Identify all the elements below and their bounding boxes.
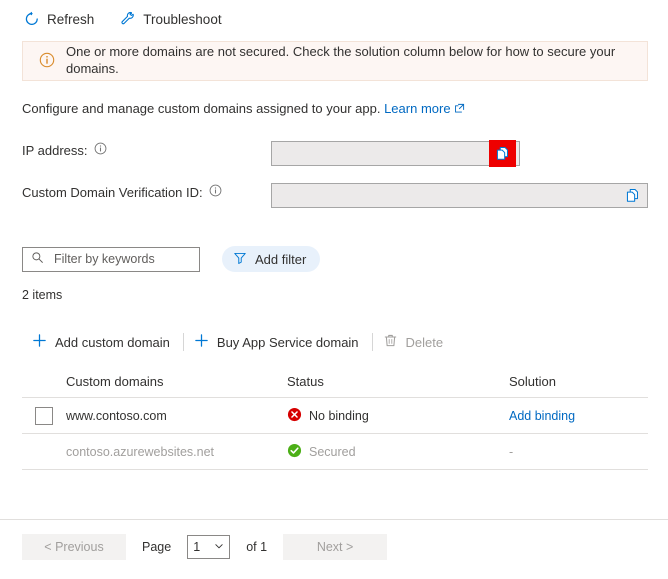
- warning-banner: One or more domains are not secured. Che…: [22, 41, 648, 81]
- row-status: Secured: [287, 443, 509, 461]
- table-header: Custom domains Status Solution: [22, 366, 648, 398]
- table-row: contoso.azurewebsites.net Secured -: [22, 434, 648, 470]
- error-circle-icon: [287, 407, 302, 425]
- pagination-bar: < Previous Page 1 of 1 Next >: [22, 534, 388, 560]
- ip-address-field: [271, 140, 520, 167]
- info-circle-icon: [39, 52, 55, 71]
- copy-verification-id-button[interactable]: [622, 186, 642, 206]
- refresh-label: Refresh: [47, 11, 95, 27]
- row-solution: Add binding: [509, 409, 648, 423]
- search-input[interactable]: [52, 251, 191, 267]
- verification-id-label-text: Custom Domain Verification ID:: [22, 184, 203, 200]
- header-status: Status: [287, 374, 324, 389]
- items-count: 2 items: [22, 288, 63, 302]
- trash-icon: [383, 333, 398, 351]
- copy-ip-address-button[interactable]: [489, 140, 516, 167]
- page-number-select[interactable]: 1: [187, 535, 231, 559]
- learn-more-label: Learn more: [384, 101, 451, 116]
- troubleshoot-label: Troubleshoot: [143, 11, 222, 27]
- add-filter-label: Add filter: [255, 251, 307, 267]
- next-page-button: Next >: [283, 534, 388, 560]
- info-icon[interactable]: [209, 184, 222, 200]
- row-solution: -: [509, 444, 514, 459]
- description-text: Configure and manage custom domains assi…: [22, 101, 381, 116]
- plus-icon: [32, 333, 47, 351]
- verification-id-field: [271, 183, 648, 208]
- custom-domains-table: Custom domains Status Solution www.conto…: [22, 366, 648, 470]
- toolbar: Refresh Troubleshoot: [0, 0, 668, 38]
- search-icon: [31, 251, 44, 267]
- header-solution: Solution: [509, 374, 556, 389]
- success-circle-icon: [287, 443, 302, 461]
- search-box[interactable]: [22, 246, 200, 272]
- page-total-label: of 1: [246, 540, 268, 554]
- buy-app-service-domain-button[interactable]: Buy App Service domain: [184, 333, 372, 351]
- row-status-label: Secured: [309, 444, 356, 459]
- row-domain: www.contoso.com: [66, 408, 167, 423]
- wrench-icon: [120, 11, 136, 27]
- refresh-button[interactable]: Refresh: [22, 9, 96, 29]
- row-status-label: No binding: [309, 408, 369, 423]
- command-bar: Add custom domain Buy App Service domain…: [22, 329, 648, 355]
- delete-button: Delete: [373, 333, 457, 351]
- add-custom-domain-label: Add custom domain: [55, 334, 170, 350]
- ip-address-label-text: IP address:: [22, 142, 88, 158]
- troubleshoot-button[interactable]: Troubleshoot: [118, 9, 223, 29]
- learn-more-link[interactable]: Learn more: [384, 101, 450, 116]
- page-label: Page: [142, 540, 172, 554]
- chevron-down-icon: [214, 540, 224, 554]
- info-icon[interactable]: [94, 142, 107, 158]
- row-status: No binding: [287, 407, 509, 425]
- delete-label: Delete: [405, 334, 444, 350]
- page-number-value: 1: [193, 540, 201, 554]
- add-binding-link[interactable]: Add binding: [509, 409, 575, 423]
- row-domain: contoso.azurewebsites.net: [66, 444, 215, 459]
- filter-bar: Add filter: [22, 246, 321, 272]
- add-custom-domain-button[interactable]: Add custom domain: [22, 333, 183, 351]
- row-select-cell: [22, 406, 66, 425]
- banner-message: One or more domains are not secured. Che…: [66, 44, 616, 76]
- row-checkbox[interactable]: [35, 406, 53, 425]
- refresh-icon: [24, 11, 40, 27]
- verification-id-label: Custom Domain Verification ID:: [22, 184, 222, 200]
- footer-divider: [0, 519, 668, 520]
- page-description: Configure and manage custom domains assi…: [22, 101, 668, 117]
- ip-address-label: IP address:: [22, 142, 107, 158]
- header-custom-domains: Custom domains: [66, 374, 164, 389]
- plus-icon: [194, 333, 209, 351]
- add-filter-button[interactable]: Add filter: [222, 246, 321, 272]
- buy-app-service-domain-label: Buy App Service domain: [216, 334, 359, 350]
- filter-icon: [233, 251, 247, 268]
- previous-page-button: < Previous: [22, 534, 126, 560]
- external-link-icon: [454, 102, 465, 117]
- table-row: www.contoso.com No binding Add binding: [22, 398, 648, 434]
